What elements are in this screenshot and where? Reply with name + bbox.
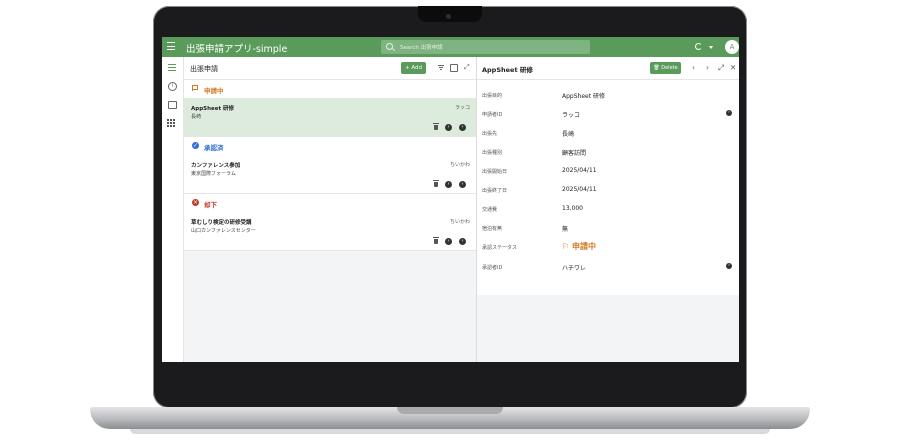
field-label: 出張先 [482, 131, 498, 137]
select-checkbox-icon[interactable] [450, 64, 458, 72]
detail-title: AppSheet 研修 [482, 66, 533, 74]
row-actions: › › [430, 180, 470, 189]
field-label: 交通費 [482, 207, 498, 213]
add-button[interactable]: + Add [401, 62, 426, 74]
trash-icon[interactable] [433, 180, 439, 187]
chevron-right-icon[interactable]: › [445, 238, 452, 245]
list-title: 出張申請 [190, 65, 218, 73]
group-header-rejected[interactable]: × 却下 [184, 194, 476, 213]
row-title: AppSheet 研修 [191, 106, 235, 112]
field-value: 13,000 [562, 205, 583, 212]
sync-icon[interactable] [695, 43, 702, 50]
delete-button[interactable]: 🗑 Delete [650, 62, 681, 74]
list-item[interactable]: 草むしり検定の研修受講 山口カンファレンスセンター ちいかわ › › [184, 212, 476, 251]
row-subtitle: 山口カンファレンスセンター [191, 228, 256, 234]
avatar[interactable]: A [725, 40, 739, 54]
search-placeholder: Search 出張申請 [400, 45, 443, 51]
chevron-down-icon[interactable] [709, 46, 713, 49]
field-label: 出張開始日 [482, 169, 508, 175]
group-header-approved[interactable]: ✓ 承認済 [184, 137, 476, 156]
field-label: 出張終了日 [482, 188, 508, 194]
app-title: 出張申請アプリ-simple [186, 44, 288, 55]
field-value: 長崎 [562, 131, 575, 138]
row-subtitle: 長崎 [191, 114, 202, 120]
field-value: AppSheet 研修 [562, 93, 605, 100]
app-header: 出張申請アプリ-simple Search 出張申請 A [162, 37, 739, 57]
trash-icon[interactable] [433, 237, 439, 244]
detail-footer [477, 295, 739, 362]
trash-icon[interactable] [433, 123, 439, 130]
laptop-base-shadow [130, 429, 770, 434]
info-icon[interactable]: i [168, 82, 177, 91]
application-list-panel: 出張申請 + Add ⤢ 申請中 AppSheet 研修 長崎 ラッコ › › … [184, 57, 477, 362]
row-subtitle: 東京国際フォーラム [191, 171, 236, 177]
detail-panel: AppSheet 研修 🗑 Delete ‹ › ⤢ ✕ 出張目的 AppShe… [477, 57, 739, 362]
list-header: 出張申請 + Add ⤢ [184, 57, 476, 80]
group-label: 却下 [204, 201, 217, 209]
status-badge: ⚐ 申請中 [562, 242, 596, 251]
detail-header: AppSheet 研修 🗑 Delete ‹ › ⤢ ✕ [477, 57, 739, 80]
camera-icon [446, 14, 451, 19]
menu-icon[interactable] [167, 42, 175, 51]
row-actions: › › [430, 123, 470, 132]
app-screen: 出張申請アプリ-simple Search 出張申請 A i 出張申請 + Ad… [162, 37, 739, 362]
chevron-right-icon[interactable]: › [445, 181, 452, 188]
field-label: 承認者ID [482, 265, 503, 271]
list-view-icon[interactable] [167, 63, 177, 73]
chevron-right-icon[interactable]: › [459, 124, 466, 131]
row-title: 草むしり検定の研修受講 [191, 220, 252, 226]
navigation-rail: i [162, 57, 184, 362]
chat-icon[interactable] [168, 101, 177, 109]
field-value: ラッコ [562, 112, 581, 119]
expand-icon[interactable]: ⤢ [718, 63, 724, 73]
field-label: 申請者ID [482, 112, 503, 118]
group-label: 申請中 [204, 87, 224, 95]
close-icon[interactable]: ✕ [730, 63, 736, 72]
row-user: ちいかわ [449, 162, 470, 168]
chevron-right-icon[interactable]: › [726, 263, 732, 269]
field-value: ハチワレ [562, 265, 587, 272]
expand-icon[interactable]: ⤢ [464, 63, 470, 72]
chevron-right-icon[interactable]: › [459, 181, 466, 188]
flag-icon [192, 85, 198, 91]
close-circle-icon: × [192, 199, 199, 206]
row-user: ラッコ [454, 105, 470, 111]
chevron-left-icon[interactable]: ‹ [692, 63, 695, 72]
status-value: 申請中 [571, 242, 596, 251]
field-label: 承認ステータス [482, 245, 518, 251]
search-input[interactable]: Search 出張申請 [381, 40, 590, 54]
delete-button-label: Delete [661, 65, 678, 71]
chevron-right-icon[interactable]: › [726, 110, 732, 116]
apps-grid-icon[interactable] [167, 119, 177, 129]
row-user: ちいかわ [449, 219, 470, 225]
field-value: 2025/04/11 [562, 186, 597, 193]
field-value: 2025/04/11 [562, 167, 597, 174]
field-label: 出張目的 [482, 93, 503, 99]
list-item[interactable]: AppSheet 研修 長崎 ラッコ › › [184, 98, 476, 137]
chevron-right-icon[interactable]: › [445, 124, 452, 131]
row-title: カンファレンス参加 [191, 163, 241, 169]
field-value: 顧客訪問 [562, 150, 587, 157]
filter-icon[interactable] [438, 65, 444, 71]
chevron-right-icon[interactable]: › [706, 63, 709, 72]
laptop-base-notch [397, 407, 503, 414]
group-header-pending[interactable]: 申請中 [184, 80, 476, 99]
add-button-label: Add [411, 65, 422, 71]
row-actions: › › [430, 237, 470, 246]
field-label: 宿泊有無 [482, 226, 503, 232]
check-circle-icon: ✓ [192, 142, 199, 149]
search-icon [386, 43, 393, 50]
chevron-right-icon[interactable]: › [459, 238, 466, 245]
field-value: 無 [562, 226, 569, 233]
list-item[interactable]: カンファレンス参加 東京国際フォーラム ちいかわ › › [184, 155, 476, 194]
field-label: 出張種別 [482, 150, 503, 156]
group-label: 承認済 [204, 144, 224, 152]
